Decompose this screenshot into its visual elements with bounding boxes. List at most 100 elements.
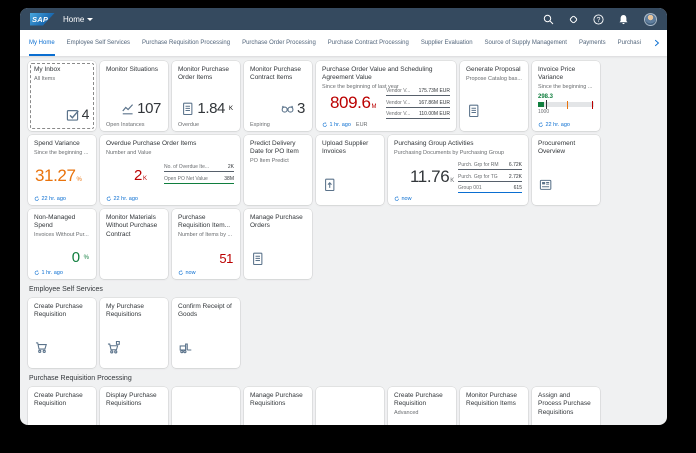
refresh-icon[interactable]	[34, 195, 40, 202]
tile-prp-blank-1[interactable]	[172, 387, 240, 425]
tab-source-of-supply-management[interactable]: Source of Supply Management	[485, 30, 567, 56]
notifications-icon[interactable]	[618, 14, 629, 25]
tile-row-4: Create Purchase Requisition My Purchase …	[28, 298, 659, 368]
tile-prp-display-purchase-requisitions[interactable]: Display Purchase Requisitions	[100, 387, 168, 425]
refresh-time: 22 hr. ago	[545, 121, 570, 128]
tile-subtitle: Since the beginning ...	[538, 84, 593, 91]
tab-purchase-order-processing[interactable]: Purchase Order Processing	[242, 30, 316, 56]
tab-purchase-requisition-processing[interactable]: Purchase Requisition Processing	[142, 30, 230, 56]
search-icon[interactable]	[543, 14, 554, 25]
tile-my-inbox[interactable]: My Inbox All Items 4	[28, 61, 96, 131]
refresh-icon[interactable]	[538, 121, 544, 128]
bullet-critical-tick	[567, 100, 569, 109]
tile-my-purchase-requisitions[interactable]: My Purchase Requisitions	[100, 298, 168, 368]
comparison-label: Group 001	[458, 185, 482, 191]
bullet-negative-tick	[591, 100, 593, 109]
help-icon[interactable]	[593, 13, 604, 25]
refresh-time: 22 hr. ago	[113, 195, 138, 202]
comparison-value: 38M	[224, 175, 234, 182]
tile-prp-assign-and-process[interactable]: Assign and Process Purchase Requisitions	[532, 387, 600, 425]
tile-purchase-order-value[interactable]: Purchase Order Value and Scheduling Agre…	[316, 61, 456, 131]
home-menu-button[interactable]: Home	[63, 14, 94, 24]
tile-monitor-situations[interactable]: Monitor Situations 107 Open Instances	[100, 61, 168, 131]
chevron-right-icon[interactable]	[653, 39, 661, 47]
tile-footer: Open Instances	[106, 121, 145, 128]
tile-prp-monitor-purchase-requisition-items[interactable]: Monitor Purchase Requisition Items	[460, 387, 528, 425]
tile-title: Monitor Materials Without Purchase Contr…	[106, 214, 158, 238]
refresh-icon[interactable]	[178, 269, 184, 276]
tile-subtitle: Number and Value	[106, 149, 152, 156]
tile-title: Monitor Purchase Requisition Items	[466, 392, 517, 408]
comparison-chart: Vendor V... 175.73M EUR Vendor V... 167.86…	[386, 88, 450, 123]
tab-purchase-contract-processing[interactable]: Purchase Contract Processing	[328, 30, 409, 56]
tile-monitor-purchase-contract-items[interactable]: Monitor Purchase Contract Items 3 Expiri…	[244, 61, 312, 131]
comparison-value: 2.72K	[508, 173, 522, 180]
forklift-icon	[179, 343, 192, 354]
kpi-unit: K	[228, 105, 233, 112]
tile-title: Assign and Process Purchase Requisitions	[538, 392, 591, 416]
tile-generate-proposal[interactable]: Generate Proposal Propose Catalog bas...	[460, 61, 528, 131]
tile-monitor-materials[interactable]: Monitor Materials Without Purchase Contr…	[100, 209, 168, 279]
kpi-unit: %	[83, 254, 89, 261]
tile-title: Upload Supplier Invoices	[322, 140, 369, 156]
kpi-unit: K	[450, 178, 455, 184]
tab-my-home[interactable]: My Home	[29, 30, 55, 56]
tile-confirm-receipt-of-goods[interactable]: Confirm Receipt of Goods	[172, 298, 240, 368]
tile-title: Overdue Purchase Order Items	[106, 140, 197, 147]
tab-supplier-evaluation[interactable]: Supplier Evaluation	[421, 30, 473, 56]
tab-purchasing-truncated[interactable]: Purchasi	[618, 30, 641, 56]
tile-purchasing-group-activities[interactable]: Purchasing Group Activities Purchasing D…	[388, 135, 528, 205]
tile-title: Generate Proposal	[466, 66, 521, 73]
catalog-icon	[469, 104, 479, 117]
tile-title: Purchase Requisition Item...	[178, 214, 231, 230]
home-menu-label: Home	[63, 14, 85, 24]
tile-purchase-requisition-items[interactable]: Purchase Requisition Item... Number of I…	[172, 209, 240, 279]
tile-prp-blank-2[interactable]	[316, 387, 384, 425]
tab-payments[interactable]: Payments	[579, 30, 606, 56]
tile-title: Predict Delivery Date for PO Item	[250, 140, 299, 156]
tile-row-5: Create Purchase Requisition Display Purc…	[28, 387, 659, 425]
handshake-icon	[281, 105, 294, 113]
line-chart-icon	[122, 104, 134, 115]
tile-title: Procurement Overview	[538, 140, 576, 156]
tile-prp-create-purchase-requisition-advanced[interactable]: Create Purchase Requisition Advanced	[388, 387, 456, 425]
tile-overdue-purchase-order-items[interactable]: Overdue Purchase Order Items Number and …	[100, 135, 240, 205]
kpi-unit: K	[142, 176, 147, 182]
refresh-icon[interactable]	[322, 121, 328, 128]
refresh-time: 22 hr. ago	[41, 195, 66, 202]
tile-row-2: Spend Variance Since the beginning ... 3…	[28, 135, 659, 205]
tile-monitor-purchase-order-items[interactable]: Monitor Purchase Order Items 1.84 K Over…	[172, 61, 240, 131]
comparison-chart: Purch. Grp for RM 6.72K Purch. Grp for TG…	[458, 162, 522, 197]
refresh-icon[interactable]	[106, 195, 112, 202]
app-window: SAP Home My Home Employee Self Services …	[20, 8, 667, 425]
tile-invoice-price-variance[interactable]: Invoice Price Variance Since the beginni…	[532, 61, 600, 131]
tile-upload-supplier-invoices[interactable]: Upload Supplier Invoices	[316, 135, 384, 205]
avatar[interactable]	[644, 12, 657, 26]
tile-title: Purchase Order Value and Scheduling Agre…	[322, 66, 433, 82]
tile-title: Monitor Purchase Order Items	[178, 66, 229, 82]
tile-non-managed-spend[interactable]: Non-Managed Spend Invoices Without Pur..…	[28, 209, 96, 279]
refresh-time: 1 hr. ago	[41, 269, 63, 276]
comparison-value: 110.00M EUR	[418, 111, 450, 117]
tile-procurement-overview[interactable]: Procurement Overview	[532, 135, 600, 205]
comparison-value: 6.72K	[508, 162, 522, 168]
inbox-check-icon	[66, 109, 79, 121]
cart-badge-icon	[107, 341, 120, 354]
tile-title: Create Purchase Requisition	[34, 392, 83, 408]
tile-spend-variance[interactable]: Spend Variance Since the beginning ... 3…	[28, 135, 96, 205]
tile-predict-delivery-date[interactable]: Predict Delivery Date for PO Item PO Ite…	[244, 135, 312, 205]
tile-subtitle: Propose Catalog bas...	[466, 75, 522, 82]
refresh-icon[interactable]	[394, 195, 400, 202]
tile-prp-manage-purchase-requisitions[interactable]: Manage Purchase Requisitions	[244, 387, 312, 425]
tile-subtitle: Advanced	[394, 410, 419, 417]
tile-prp-create-purchase-requisition[interactable]: Create Purchase Requisition	[28, 387, 96, 425]
bullet-chart	[538, 100, 594, 110]
document-icon	[183, 102, 193, 115]
tab-employee-self-services[interactable]: Employee Self Services	[67, 30, 130, 56]
tile-manage-purchase-orders[interactable]: Manage Purchase Orders	[244, 209, 312, 279]
copilot-icon[interactable]	[568, 14, 579, 25]
tile-title: Monitor Situations	[106, 66, 159, 73]
refresh-time: now	[401, 195, 412, 202]
refresh-icon[interactable]	[34, 269, 40, 276]
tile-ess-create-purchase-requisition[interactable]: Create Purchase Requisition	[28, 298, 96, 368]
